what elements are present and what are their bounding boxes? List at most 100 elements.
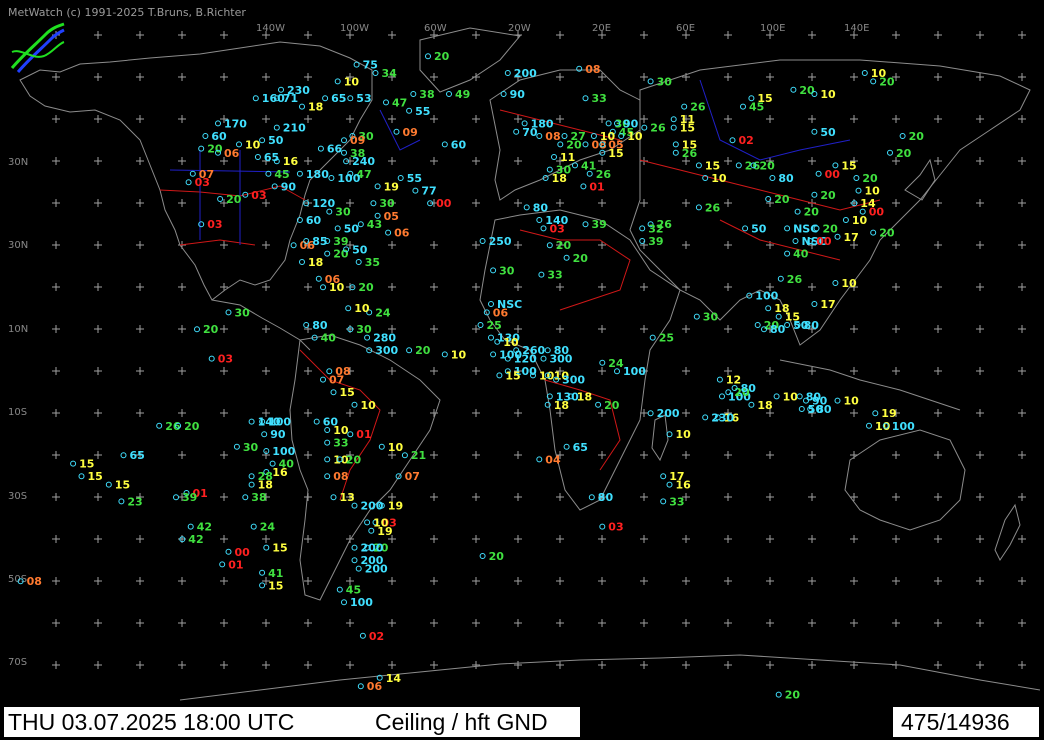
station-ceiling-value: 20 — [909, 130, 925, 143]
station-marker — [446, 91, 452, 97]
map-viewer[interactable]: 140W 100W 60W 20W 20E 60E 100E 140E 30N 30N 10N 10S… — [0, 0, 1044, 740]
station-marker — [842, 217, 849, 223]
grid-cross — [892, 619, 900, 627]
station-ceiling-value: 26 — [787, 273, 803, 286]
station-ceiling-value: 20 — [415, 344, 431, 357]
station-marker — [861, 70, 868, 76]
grid-cross — [52, 73, 60, 81]
station-ceiling-value: 65 — [331, 92, 346, 105]
grid-cross — [598, 619, 606, 627]
grid-cross — [892, 493, 900, 501]
station-marker — [313, 418, 320, 425]
station-marker — [198, 145, 205, 152]
grid-cross — [556, 31, 564, 39]
station-ceiling-value: 00 — [825, 168, 841, 181]
grid-cross — [472, 451, 480, 459]
grid-cross — [220, 577, 228, 585]
station-ceiling-value: 55 — [415, 105, 430, 118]
station-ceiling-value: 26 — [682, 147, 698, 160]
station-ceiling-value: 43 — [367, 218, 382, 231]
grid-cross — [178, 157, 186, 165]
station-marker — [254, 154, 261, 160]
station-ceiling-value: 60 — [211, 130, 227, 143]
station-ceiling-value: 90 — [510, 88, 526, 101]
latitude-label: 30N — [8, 240, 28, 251]
station-ceiling-value: 01 — [356, 428, 371, 441]
station-marker — [773, 393, 780, 400]
grid-cross — [934, 661, 942, 669]
grid-cross — [262, 73, 270, 81]
grid-cross — [178, 31, 186, 39]
grid-cross — [514, 115, 522, 123]
grid-cross — [1018, 115, 1026, 123]
station-marker — [536, 456, 543, 463]
station-marker — [296, 170, 303, 177]
station-marker — [815, 170, 822, 177]
station-marker — [120, 452, 127, 459]
grid-cross — [1018, 325, 1026, 333]
station-ceiling-value: 50 — [352, 243, 368, 256]
station-marker — [263, 544, 270, 551]
station-marker — [173, 494, 179, 501]
grid-cross — [682, 325, 690, 333]
station-marker — [357, 683, 364, 690]
grid-cross — [682, 367, 690, 375]
grid-cross — [934, 157, 942, 165]
station-ceiling-value: 39 — [592, 218, 607, 231]
grid-cross — [850, 115, 858, 123]
coastline-central-america — [211, 299, 311, 351]
grid-cross — [1018, 409, 1026, 417]
grid-cross — [514, 619, 522, 627]
grid-cross — [556, 283, 564, 291]
station-ceiling-value: 20 — [879, 75, 895, 88]
grid-cross — [94, 619, 102, 627]
grid-cross — [850, 325, 858, 333]
station-marker — [315, 275, 322, 282]
grid-cross — [808, 115, 816, 123]
latitude-label: 70S — [8, 657, 27, 668]
grid-cross — [514, 157, 522, 165]
grid-cross — [94, 493, 102, 501]
grid-cross — [220, 31, 228, 39]
grid-cross — [136, 73, 144, 81]
station-marker — [242, 494, 249, 501]
station-marker — [441, 141, 448, 148]
grid-cross — [94, 283, 102, 291]
station-marker — [330, 494, 337, 501]
grid-cross — [808, 73, 816, 81]
grid-cross — [388, 241, 396, 249]
grid-cross — [640, 115, 648, 123]
station-marker — [670, 124, 677, 131]
grid-cross — [640, 619, 648, 627]
station-ceiling-value: 45 — [346, 584, 361, 597]
station-ceiling-value: 10 — [711, 172, 727, 185]
station-marker — [536, 133, 543, 139]
grid-cross — [598, 283, 606, 291]
grid-cross — [94, 157, 102, 165]
station-marker — [198, 221, 205, 228]
grid-cross — [94, 31, 102, 39]
station-marker — [397, 175, 404, 181]
station-ceiling-value: 18 — [757, 399, 772, 412]
station-ceiling-value: 77 — [421, 185, 436, 198]
station-ceiling-value: 55 — [407, 172, 422, 185]
grid-cross — [976, 409, 984, 417]
parameter-label: Ceiling / hft GND — [375, 709, 548, 735]
grid-cross — [682, 535, 690, 543]
grid-cross — [766, 619, 774, 627]
station-ceiling-value: 65 — [130, 449, 145, 462]
station-marker — [341, 599, 347, 606]
station-marker — [647, 78, 654, 85]
metwatch-logo-icon — [10, 22, 65, 73]
grid-cross — [136, 157, 144, 165]
station-marker — [540, 225, 547, 232]
grid-cross — [304, 367, 312, 375]
station-marker — [320, 376, 326, 383]
station-ceiling-value: 01 — [589, 180, 604, 193]
grid-cross — [808, 451, 816, 459]
grid-cross — [724, 115, 732, 123]
grid-cross — [976, 325, 984, 333]
station-ceiling-value: 08 — [545, 130, 560, 143]
grid-cross — [724, 73, 732, 81]
station-ceiling-value: 10 — [783, 390, 799, 403]
